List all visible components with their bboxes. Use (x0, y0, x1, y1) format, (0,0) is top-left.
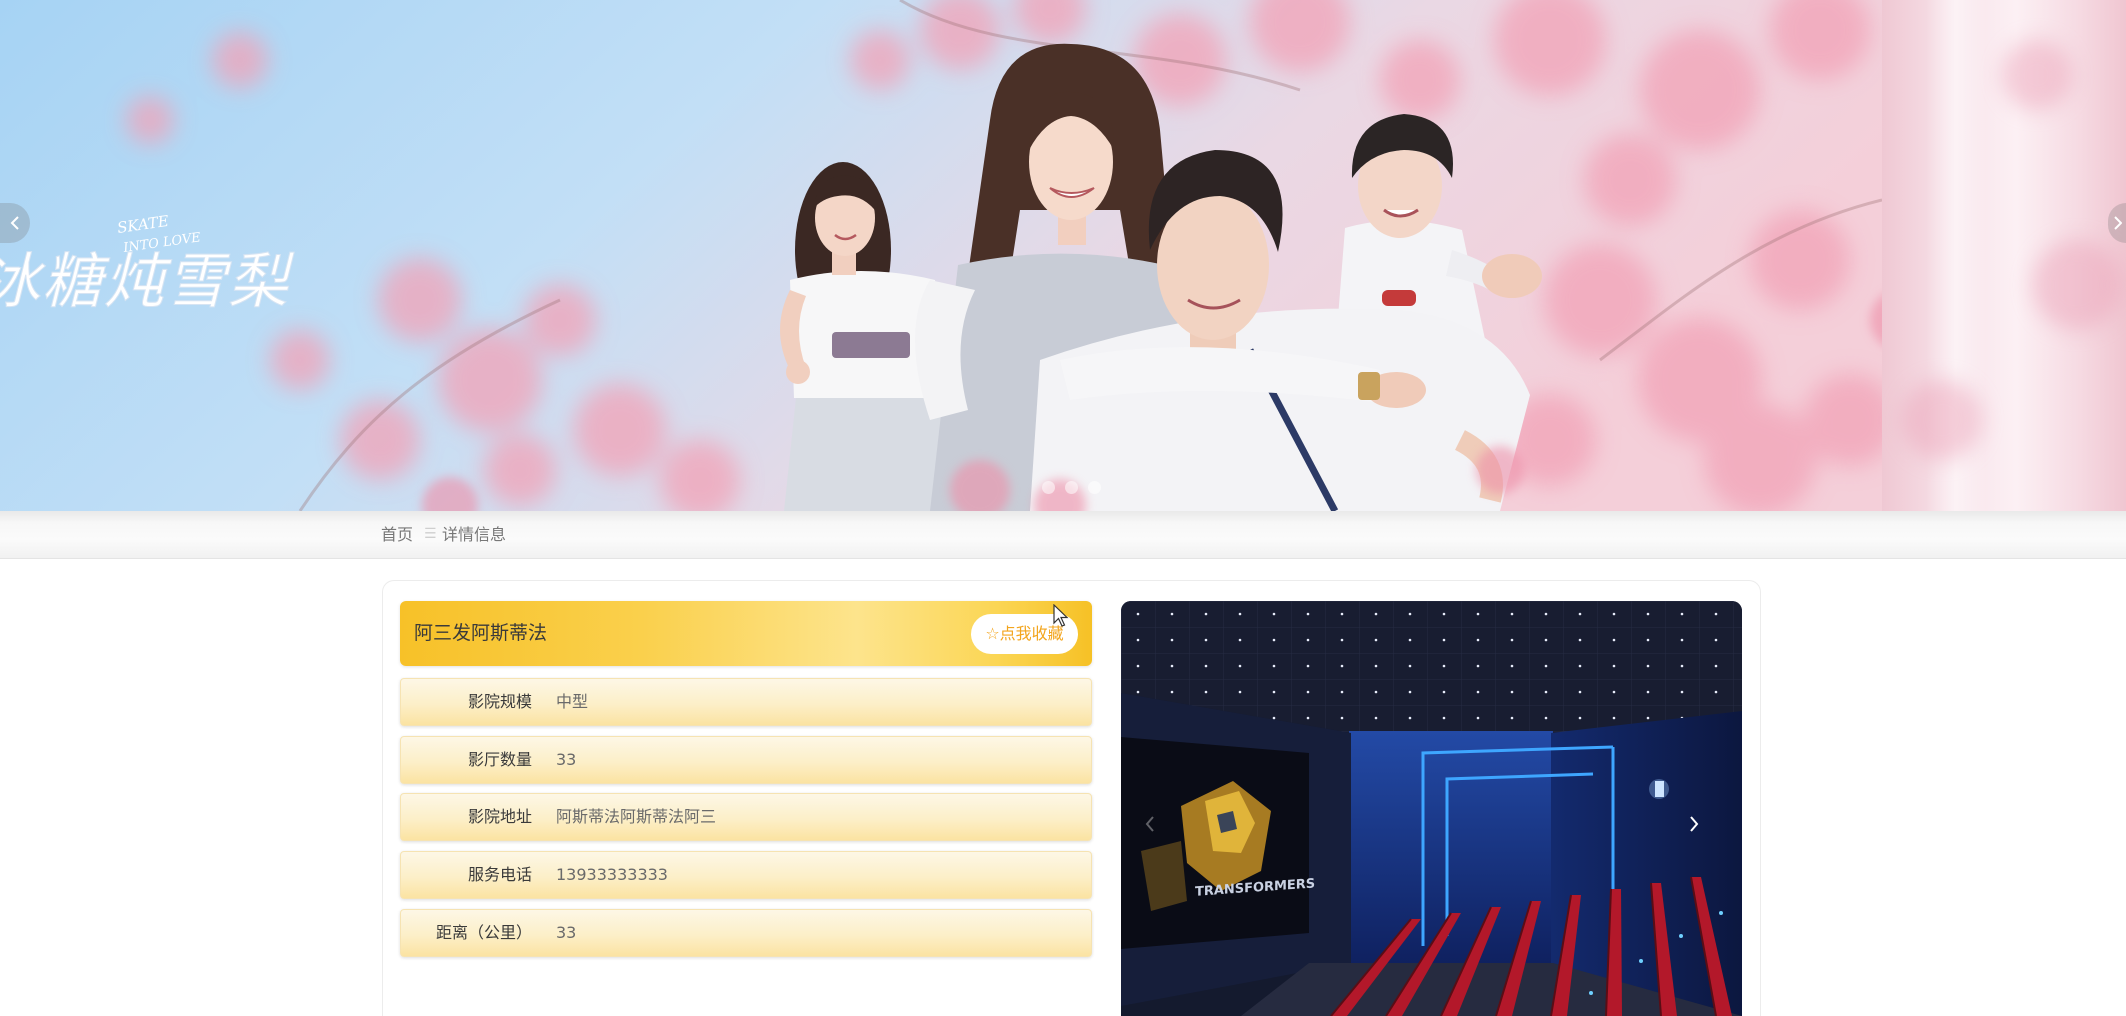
info-label: 服务电话 (467, 865, 532, 884)
chevron-right-icon (2114, 216, 2122, 230)
chevron-left-icon (1145, 816, 1154, 832)
info-label: 影院规模 (467, 692, 532, 711)
banner-title-chinese: 冰糖炖雪梨 (0, 247, 295, 317)
info-value: 中型 (556, 692, 589, 711)
info-label: 影院地址 (467, 807, 532, 826)
info-row-distance: 距离（公里） 33 (400, 909, 1092, 957)
info-label: 影厅数量 (467, 750, 532, 769)
breadcrumb: 首页 ☰ 详情信息 (0, 511, 2126, 559)
info-value: 33 (556, 923, 577, 942)
gallery-prev-button[interactable] (1144, 815, 1174, 845)
banner-carousel: SKATE INTO LOVE 冰糖炖雪梨 (0, 0, 2126, 511)
info-row-phone: 服务电话 13933333333 (400, 851, 1092, 899)
banner-indicator-dot[interactable] (1088, 481, 1101, 494)
info-row-scale: 影院规模 中型 (400, 678, 1092, 726)
gallery-next-button[interactable] (1688, 815, 1718, 845)
mouse-cursor-icon (1053, 604, 1069, 627)
info-label: 距离（公里） (435, 923, 532, 942)
chevron-left-icon (10, 216, 19, 230)
cinema-title-bar: 阿三发阿斯蒂法 ☆点我收藏 (400, 601, 1092, 666)
cinema-detail-card: 阿三发阿斯蒂法 ☆点我收藏 影院规模 中型 影厅数量 33 影院地址 阿斯蒂法阿… (382, 580, 1761, 1016)
projector-glow (1649, 779, 1669, 799)
cinema-photo-carousel: TRANSFORMERS (1121, 601, 1742, 1016)
banner-slide-image: SKATE INTO LOVE 冰糖炖雪梨 (0, 0, 1882, 511)
info-value: 33 (556, 750, 577, 769)
banner-indicator-dot[interactable] (1065, 481, 1078, 494)
blossom-blob (2032, 240, 2122, 330)
info-row-hall-count: 影厅数量 33 (400, 736, 1092, 784)
banner-indicator-dot[interactable] (1042, 481, 1055, 494)
banner-next-slide-preview (1882, 0, 2126, 511)
blossom-blob (2002, 40, 2072, 110)
cinema-name: 阿三发阿斯蒂法 (414, 622, 548, 644)
breadcrumb-current: 详情信息 (442, 525, 507, 544)
breadcrumb-home-link[interactable]: 首页 (381, 511, 413, 558)
breadcrumb-separator-icon: ☰ (424, 526, 437, 542)
cinema-detail-page: SKATE INTO LOVE 冰糖炖雪梨 首页 ☰ 详情信息 阿三发阿斯蒂法 … (0, 0, 2126, 1016)
info-row-address: 影院地址 阿斯蒂法阿斯蒂法阿三 (400, 793, 1092, 841)
info-value: 阿斯蒂法阿斯蒂法阿三 (556, 807, 717, 826)
info-value: 13933333333 (556, 865, 668, 884)
blossom-blob (1902, 380, 1982, 460)
cinema-hall-photo: TRANSFORMERS (1121, 601, 1742, 1016)
chevron-right-icon (1690, 816, 1699, 832)
